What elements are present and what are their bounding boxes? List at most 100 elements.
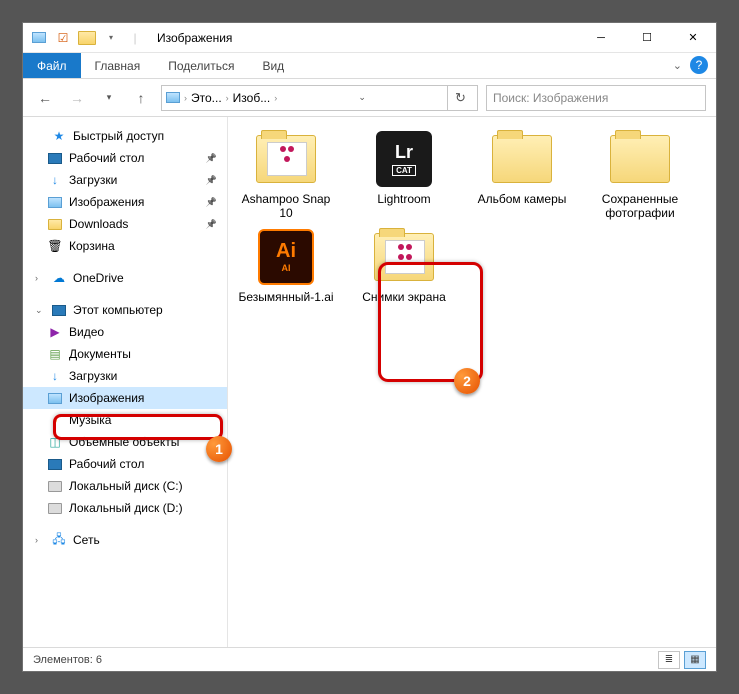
sidebar-downloads[interactable]: ↓ Загрузки bbox=[23, 169, 227, 191]
up-button[interactable]: ↑ bbox=[129, 86, 153, 110]
tab-file[interactable]: Файл bbox=[23, 53, 81, 78]
sidebar-disk-d[interactable]: Локальный диск (D:) bbox=[23, 497, 227, 519]
sidebar-label: Видео bbox=[69, 325, 104, 339]
pictures-icon bbox=[47, 194, 63, 210]
refresh-button[interactable]: ↻ bbox=[447, 85, 473, 111]
forward-button[interactable]: → bbox=[65, 86, 89, 110]
sidebar-label: Корзина bbox=[69, 239, 115, 253]
sidebar-label: Локальный диск (C:) bbox=[69, 479, 183, 493]
star-icon: ★ bbox=[51, 128, 67, 144]
navigation-pane: ★ Быстрый доступ Рабочий стол ↓Загрузки … bbox=[23, 117, 228, 647]
minimize-button[interactable]: ─ bbox=[578, 23, 624, 53]
sidebar-desktop[interactable]: Рабочий стол bbox=[23, 147, 227, 169]
search-input[interactable]: Поиск: Изображения bbox=[486, 85, 706, 111]
downloads-icon: ↓ bbox=[47, 172, 63, 188]
folder-icon bbox=[77, 28, 97, 48]
video-icon: ▶ bbox=[47, 324, 63, 340]
properties-icon[interactable] bbox=[29, 28, 49, 48]
sidebar-downloads-en[interactable]: Downloads bbox=[23, 213, 227, 235]
chevron-right-icon: › bbox=[184, 93, 187, 103]
sidebar-documents[interactable]: ▤Документы bbox=[23, 343, 227, 365]
folder-screenshots[interactable]: Снимки экрана bbox=[354, 227, 454, 305]
sidebar-music[interactable]: ♪ Музыка bbox=[23, 409, 227, 431]
caret-icon: › bbox=[35, 273, 45, 283]
sidebar-downloads-2[interactable]: ↓ Загрузки bbox=[23, 365, 227, 387]
network-icon: 🖧 bbox=[51, 532, 67, 548]
window-title: Изображения bbox=[151, 31, 578, 45]
sidebar-label: Музыка bbox=[69, 413, 111, 427]
computer-icon bbox=[51, 302, 67, 318]
chevron-right-icon: › bbox=[274, 93, 277, 103]
illustrator-icon: AiAI bbox=[258, 229, 314, 285]
downloads-icon: ↓ bbox=[47, 368, 63, 384]
annotation-badge-1: 1 bbox=[206, 436, 232, 462]
ribbon-chevron-icon[interactable]: ⌄ bbox=[673, 59, 682, 72]
pictures-icon bbox=[47, 390, 63, 406]
item-label: Ashampoo Snap 10 bbox=[236, 193, 336, 221]
item-label: Снимки экрана bbox=[362, 291, 446, 305]
address-dropdown-icon[interactable]: ⌄ bbox=[349, 85, 375, 111]
sidebar-onedrive[interactable]: › ☁ OneDrive bbox=[23, 267, 227, 289]
sidebar-label: Загрузки bbox=[69, 173, 117, 187]
sidebar-this-pc[interactable]: ⌄ Этот компьютер bbox=[23, 299, 227, 321]
sidebar-network[interactable]: › 🖧 Сеть bbox=[23, 529, 227, 551]
item-label: Сохраненные фотографии bbox=[590, 193, 690, 221]
titlebar: ☑ ▾ | Изображения ─ ☐ ✕ bbox=[23, 23, 716, 53]
sidebar-label: Downloads bbox=[69, 217, 128, 231]
lightroom-icon: LrCAT bbox=[376, 131, 432, 187]
sidebar-label: Сеть bbox=[73, 533, 100, 547]
tab-view[interactable]: Вид bbox=[248, 53, 298, 78]
folder-lightroom[interactable]: LrCAT Lightroom bbox=[354, 129, 454, 221]
ribbon-tabs: Файл Главная Поделиться Вид ⌄ ? bbox=[23, 53, 716, 79]
window-controls: ─ ☐ ✕ bbox=[578, 23, 716, 53]
help-icon[interactable]: ? bbox=[690, 56, 708, 74]
status-count: 6 bbox=[96, 654, 102, 666]
view-details-button[interactable]: ≣ bbox=[658, 651, 680, 669]
sidebar-pictures-2[interactable]: Изображения bbox=[23, 387, 227, 409]
qat-dropdown-icon[interactable]: ▾ bbox=[101, 28, 121, 48]
breadcrumb-pc[interactable]: Это... bbox=[191, 91, 222, 105]
music-icon: ♪ bbox=[47, 412, 63, 428]
chevron-right-icon: › bbox=[226, 93, 229, 103]
sidebar-label: Рабочий стол bbox=[69, 151, 144, 165]
sidebar-label: Изображения bbox=[69, 391, 144, 405]
sidebar-quick-access[interactable]: ★ Быстрый доступ bbox=[23, 125, 227, 147]
folder-saved-pictures[interactable]: Сохраненные фотографии bbox=[590, 129, 690, 221]
recycle-icon: 🗑 bbox=[47, 238, 63, 254]
cube-icon: ◫ bbox=[47, 434, 63, 450]
folder-camera-roll[interactable]: Альбом камеры bbox=[472, 129, 572, 221]
tab-home[interactable]: Главная bbox=[81, 53, 155, 78]
status-bar: Элементов: 6 ≣ ▦ bbox=[23, 647, 716, 671]
view-thumbnails-button[interactable]: ▦ bbox=[684, 651, 706, 669]
sidebar-pictures[interactable]: Изображения bbox=[23, 191, 227, 213]
back-button[interactable]: ← bbox=[33, 86, 57, 110]
sidebar-label: Этот компьютер bbox=[73, 303, 163, 317]
checkbox-icon[interactable]: ☑ bbox=[53, 28, 73, 48]
sidebar-disk-c[interactable]: Локальный диск (C:) bbox=[23, 475, 227, 497]
address-bar[interactable]: › Это... › Изоб... › ⌄ ↻ bbox=[161, 85, 478, 111]
maximize-button[interactable]: ☐ bbox=[624, 23, 670, 53]
close-button[interactable]: ✕ bbox=[670, 23, 716, 53]
separator: | bbox=[125, 28, 145, 48]
annotation-badge-2: 2 bbox=[454, 368, 480, 394]
status-count-label: Элементов: bbox=[33, 654, 93, 666]
file-ai[interactable]: AiAI Безымянный-1.ai bbox=[236, 227, 336, 305]
sidebar-recycle[interactable]: 🗑 Корзина bbox=[23, 235, 227, 257]
address-row: ← → ▾ ↑ › Это... › Изоб... › ⌄ ↻ Поиск: … bbox=[23, 79, 716, 117]
item-label: Lightroom bbox=[377, 193, 430, 207]
tab-share[interactable]: Поделиться bbox=[154, 53, 248, 78]
sidebar-label: Изображения bbox=[69, 195, 144, 209]
sidebar-label: Рабочий стол bbox=[69, 457, 144, 471]
sidebar-label: Загрузки bbox=[69, 369, 117, 383]
sidebar-videos[interactable]: ▶ Видео bbox=[23, 321, 227, 343]
desktop-icon bbox=[47, 150, 63, 166]
item-label: Безымянный-1.ai bbox=[238, 291, 333, 305]
sidebar-label: Быстрый доступ bbox=[73, 129, 164, 143]
desktop-icon bbox=[47, 456, 63, 472]
folder-ashampoo[interactable]: Ashampoo Snap 10 bbox=[236, 129, 336, 221]
sidebar-3d-objects[interactable]: ◫Объемные объекты bbox=[23, 431, 227, 453]
recent-dropdown-icon[interactable]: ▾ bbox=[97, 86, 121, 110]
breadcrumb-folder[interactable]: Изоб... bbox=[233, 91, 271, 105]
sidebar-desktop-2[interactable]: Рабочий стол bbox=[23, 453, 227, 475]
item-label: Альбом камеры bbox=[478, 193, 567, 207]
